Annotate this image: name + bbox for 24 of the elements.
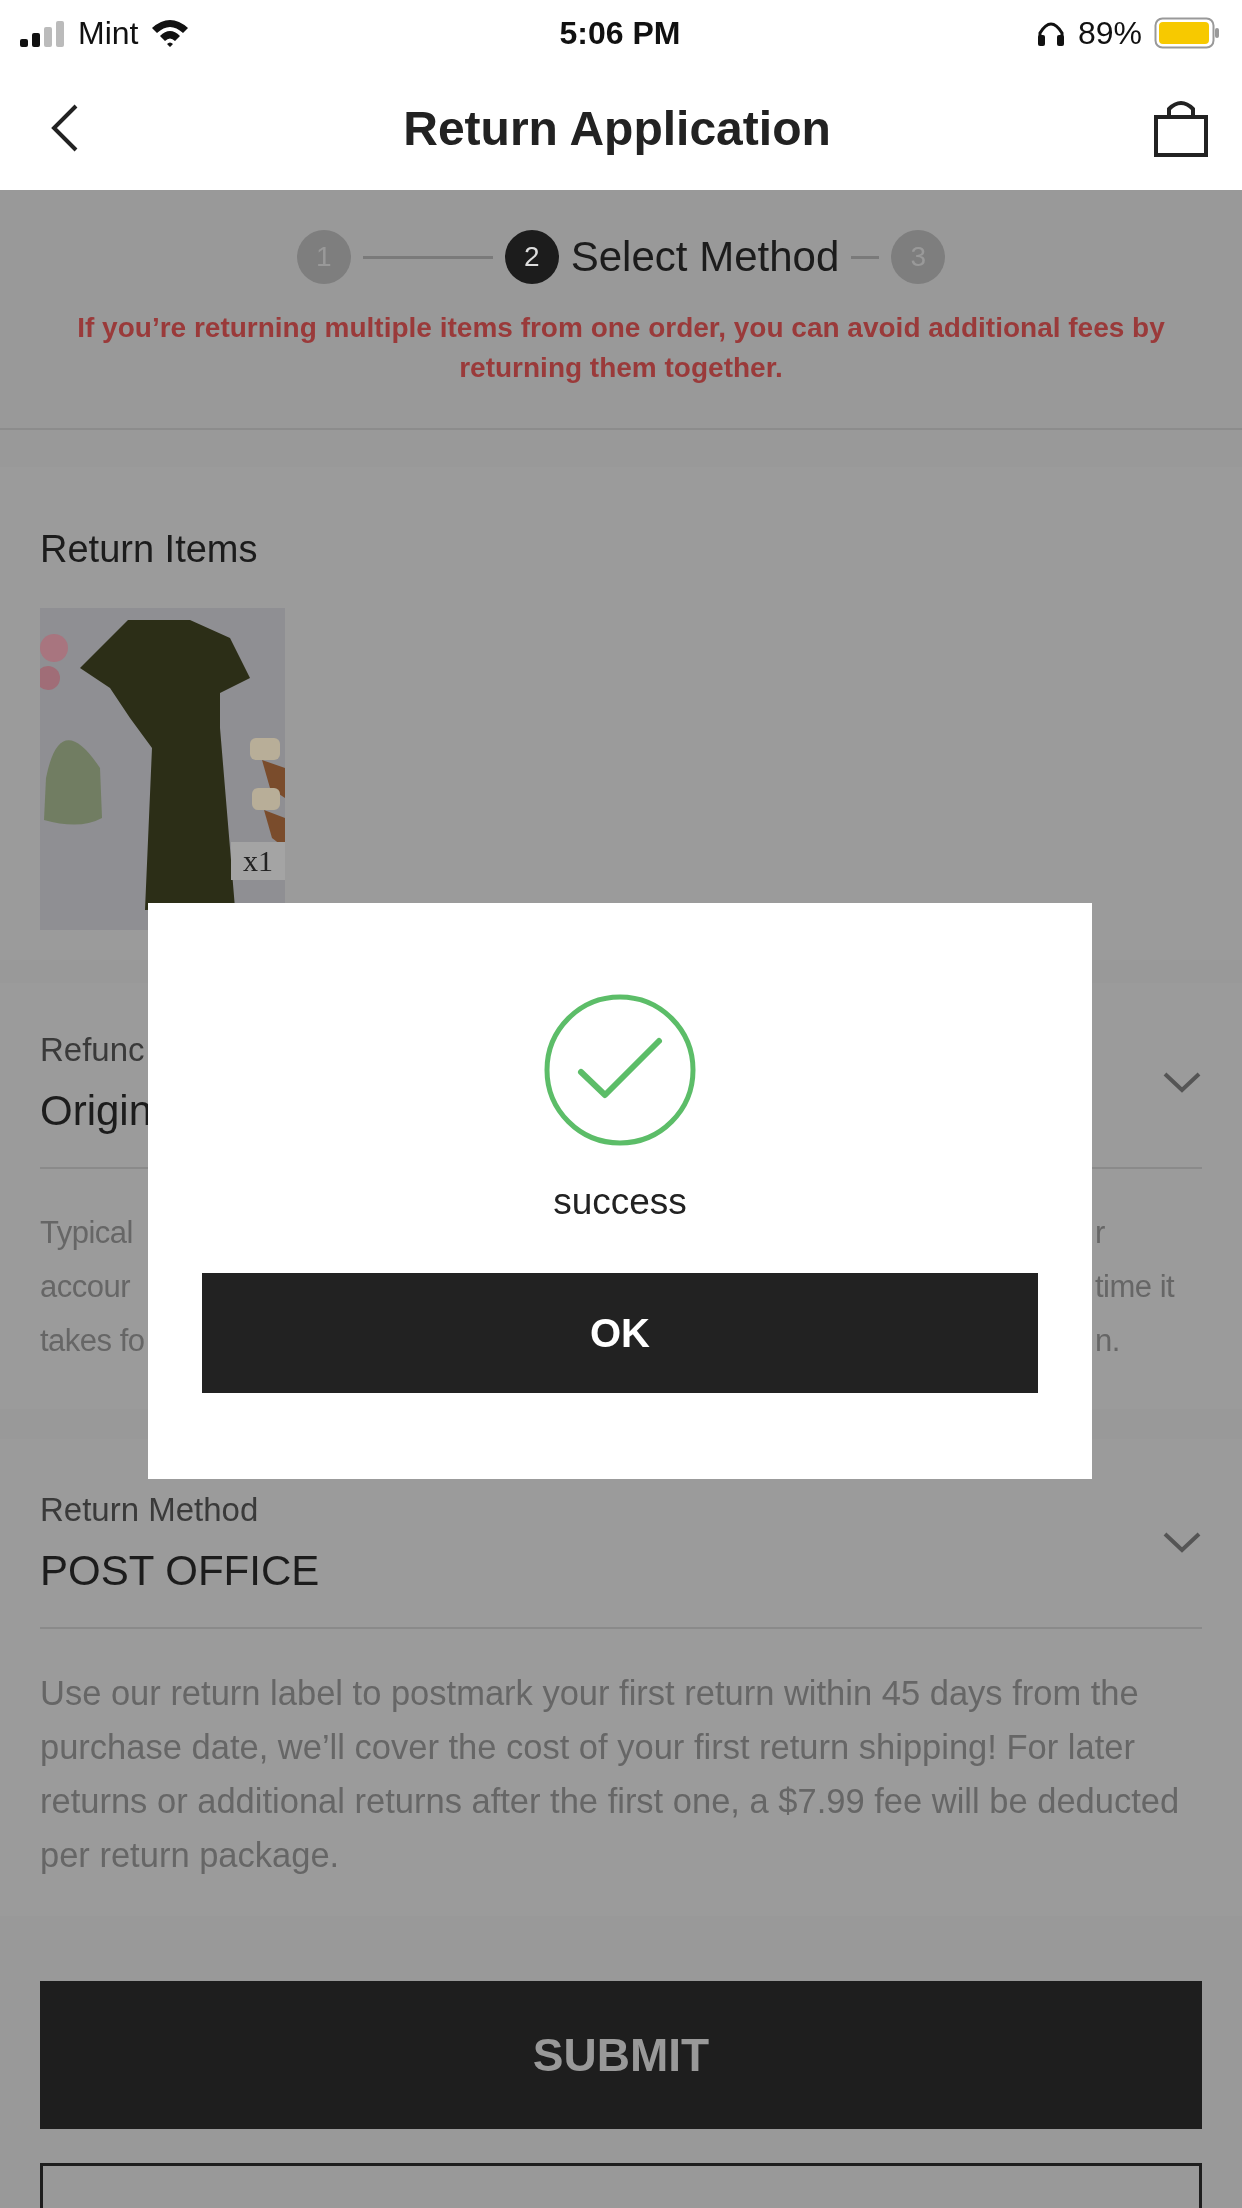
field-label: Refunc xyxy=(40,1031,146,1069)
success-check-icon xyxy=(543,993,697,1147)
signal-icon xyxy=(20,19,66,47)
back-button[interactable] xyxy=(50,103,80,153)
dialog-message: success xyxy=(553,1181,687,1223)
step-label: Select Method xyxy=(570,233,840,281)
submit-button[interactable]: SUBMIT xyxy=(40,1981,1202,2129)
wifi-icon xyxy=(150,18,191,48)
page-title: Return Application xyxy=(403,100,831,156)
step-number: 2 xyxy=(504,230,559,284)
shopping-bag-icon[interactable] xyxy=(1154,99,1208,157)
section-title: Return Items xyxy=(40,527,259,571)
clock-time: 5:06 PM xyxy=(559,14,681,52)
battery-percent: 89% xyxy=(1077,14,1142,52)
field-label: Return Method xyxy=(40,1491,260,1529)
field-value: Origin xyxy=(40,1087,153,1135)
quantity-badge: x1 xyxy=(231,842,285,880)
battery-icon xyxy=(1154,17,1220,49)
field-value: POST OFFICE xyxy=(40,1547,320,1595)
chevron-down-icon[interactable] xyxy=(1162,1071,1202,1095)
ok-button[interactable]: OK xyxy=(202,1273,1038,1393)
notice-text: If you’re returning multiple items from one order, you can avoid additional fees by returning them together. xyxy=(76,311,1166,385)
carrier-name: Mint xyxy=(78,14,139,52)
chevron-down-icon[interactable] xyxy=(1162,1531,1202,1555)
